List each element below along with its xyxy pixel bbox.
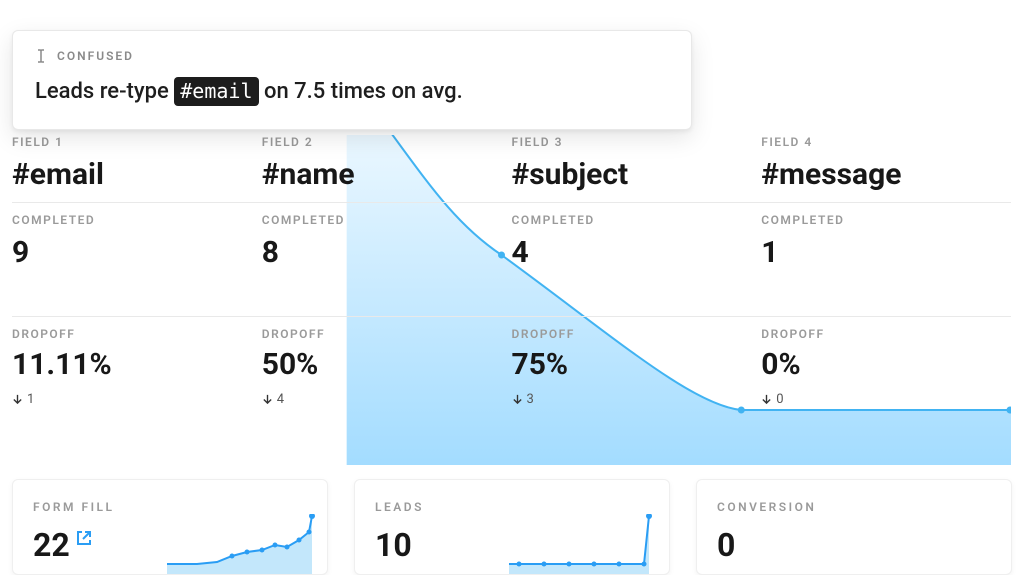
- dropoff-label-3: DROPOFF: [512, 327, 758, 341]
- completed-value-3: 4: [512, 235, 758, 270]
- dropoff-value-4: 0%: [761, 347, 1007, 382]
- conversion-value: 0: [717, 526, 735, 564]
- insight-title: Leads re-type #email on 7.5 times on avg…: [35, 77, 669, 107]
- leads-value: 10: [375, 526, 412, 564]
- completed-label-3: COMPLETED: [512, 213, 758, 227]
- dropoff-delta-1: 1: [12, 392, 258, 407]
- insight-header: CONFUSED: [35, 49, 669, 63]
- dropoff-delta-4: 0: [761, 392, 1007, 407]
- field-label-2: FIELD 2: [262, 135, 508, 149]
- field-name-1: #email: [12, 157, 258, 192]
- completed-label-4: COMPLETED: [761, 213, 1007, 227]
- dropoff-delta-2: 4: [262, 392, 508, 407]
- insight-title-pre: Leads re-type: [35, 79, 174, 104]
- leads-label: LEADS: [375, 500, 649, 514]
- arrow-down-icon: [512, 394, 523, 405]
- completed-value-2: 8: [262, 235, 508, 270]
- dropoff-value-2: 50%: [262, 347, 508, 382]
- field-name-3: #subject: [512, 157, 758, 192]
- dropoff-value-3: 75%: [512, 347, 758, 382]
- formfill-card[interactable]: FORM FILL 22: [12, 479, 328, 575]
- insight-title-post: on 7.5 times on avg.: [259, 79, 463, 104]
- insight-title-tag: #email: [174, 77, 258, 106]
- text-cursor-icon: [35, 49, 47, 63]
- dropoff-label-2: DROPOFF: [262, 327, 508, 341]
- arrow-down-icon: [262, 394, 273, 405]
- dropoff-label-1: DROPOFF: [12, 327, 258, 341]
- insight-badge: CONFUSED: [57, 49, 134, 63]
- field-col-1: FIELD 1 #email: [12, 135, 262, 192]
- formfill-value: 22: [33, 526, 70, 564]
- field-label-4: FIELD 4: [761, 135, 1007, 149]
- funnel-table: FIELD 1 #email FIELD 2 #name FIELD 3 #su…: [12, 135, 1012, 465]
- completed-value-4: 1: [761, 235, 1007, 270]
- completed-label-2: COMPLETED: [262, 213, 508, 227]
- external-link-icon[interactable]: [76, 530, 92, 546]
- field-col-4: FIELD 4 #message: [761, 135, 1011, 192]
- dropoff-label-4: DROPOFF: [761, 327, 1007, 341]
- conversion-card[interactable]: CONVERSION 0: [696, 479, 1012, 575]
- formfill-label: FORM FILL: [33, 500, 307, 514]
- completed-value-1: 9: [12, 235, 258, 270]
- field-col-2: FIELD 2 #name: [262, 135, 512, 192]
- dropoff-value-1: 11.11%: [12, 347, 258, 382]
- field-label-3: FIELD 3: [512, 135, 758, 149]
- arrow-down-icon: [761, 394, 772, 405]
- dropoff-delta-3: 3: [512, 392, 758, 407]
- field-name-4: #message: [761, 157, 1007, 192]
- arrow-down-icon: [12, 394, 23, 405]
- completed-label-1: COMPLETED: [12, 213, 258, 227]
- insight-card: CONFUSED Leads re-type #email on 7.5 tim…: [12, 30, 692, 130]
- leads-sparkline: [509, 514, 659, 574]
- field-label-1: FIELD 1: [12, 135, 258, 149]
- field-col-3: FIELD 3 #subject: [512, 135, 762, 192]
- leads-card[interactable]: LEADS 10: [354, 479, 670, 575]
- conversion-label: CONVERSION: [717, 500, 991, 514]
- stats-cards-row: FORM FILL 22 LEADS 10: [12, 479, 1012, 575]
- field-name-2: #name: [262, 157, 508, 192]
- formfill-sparkline: [167, 514, 317, 574]
